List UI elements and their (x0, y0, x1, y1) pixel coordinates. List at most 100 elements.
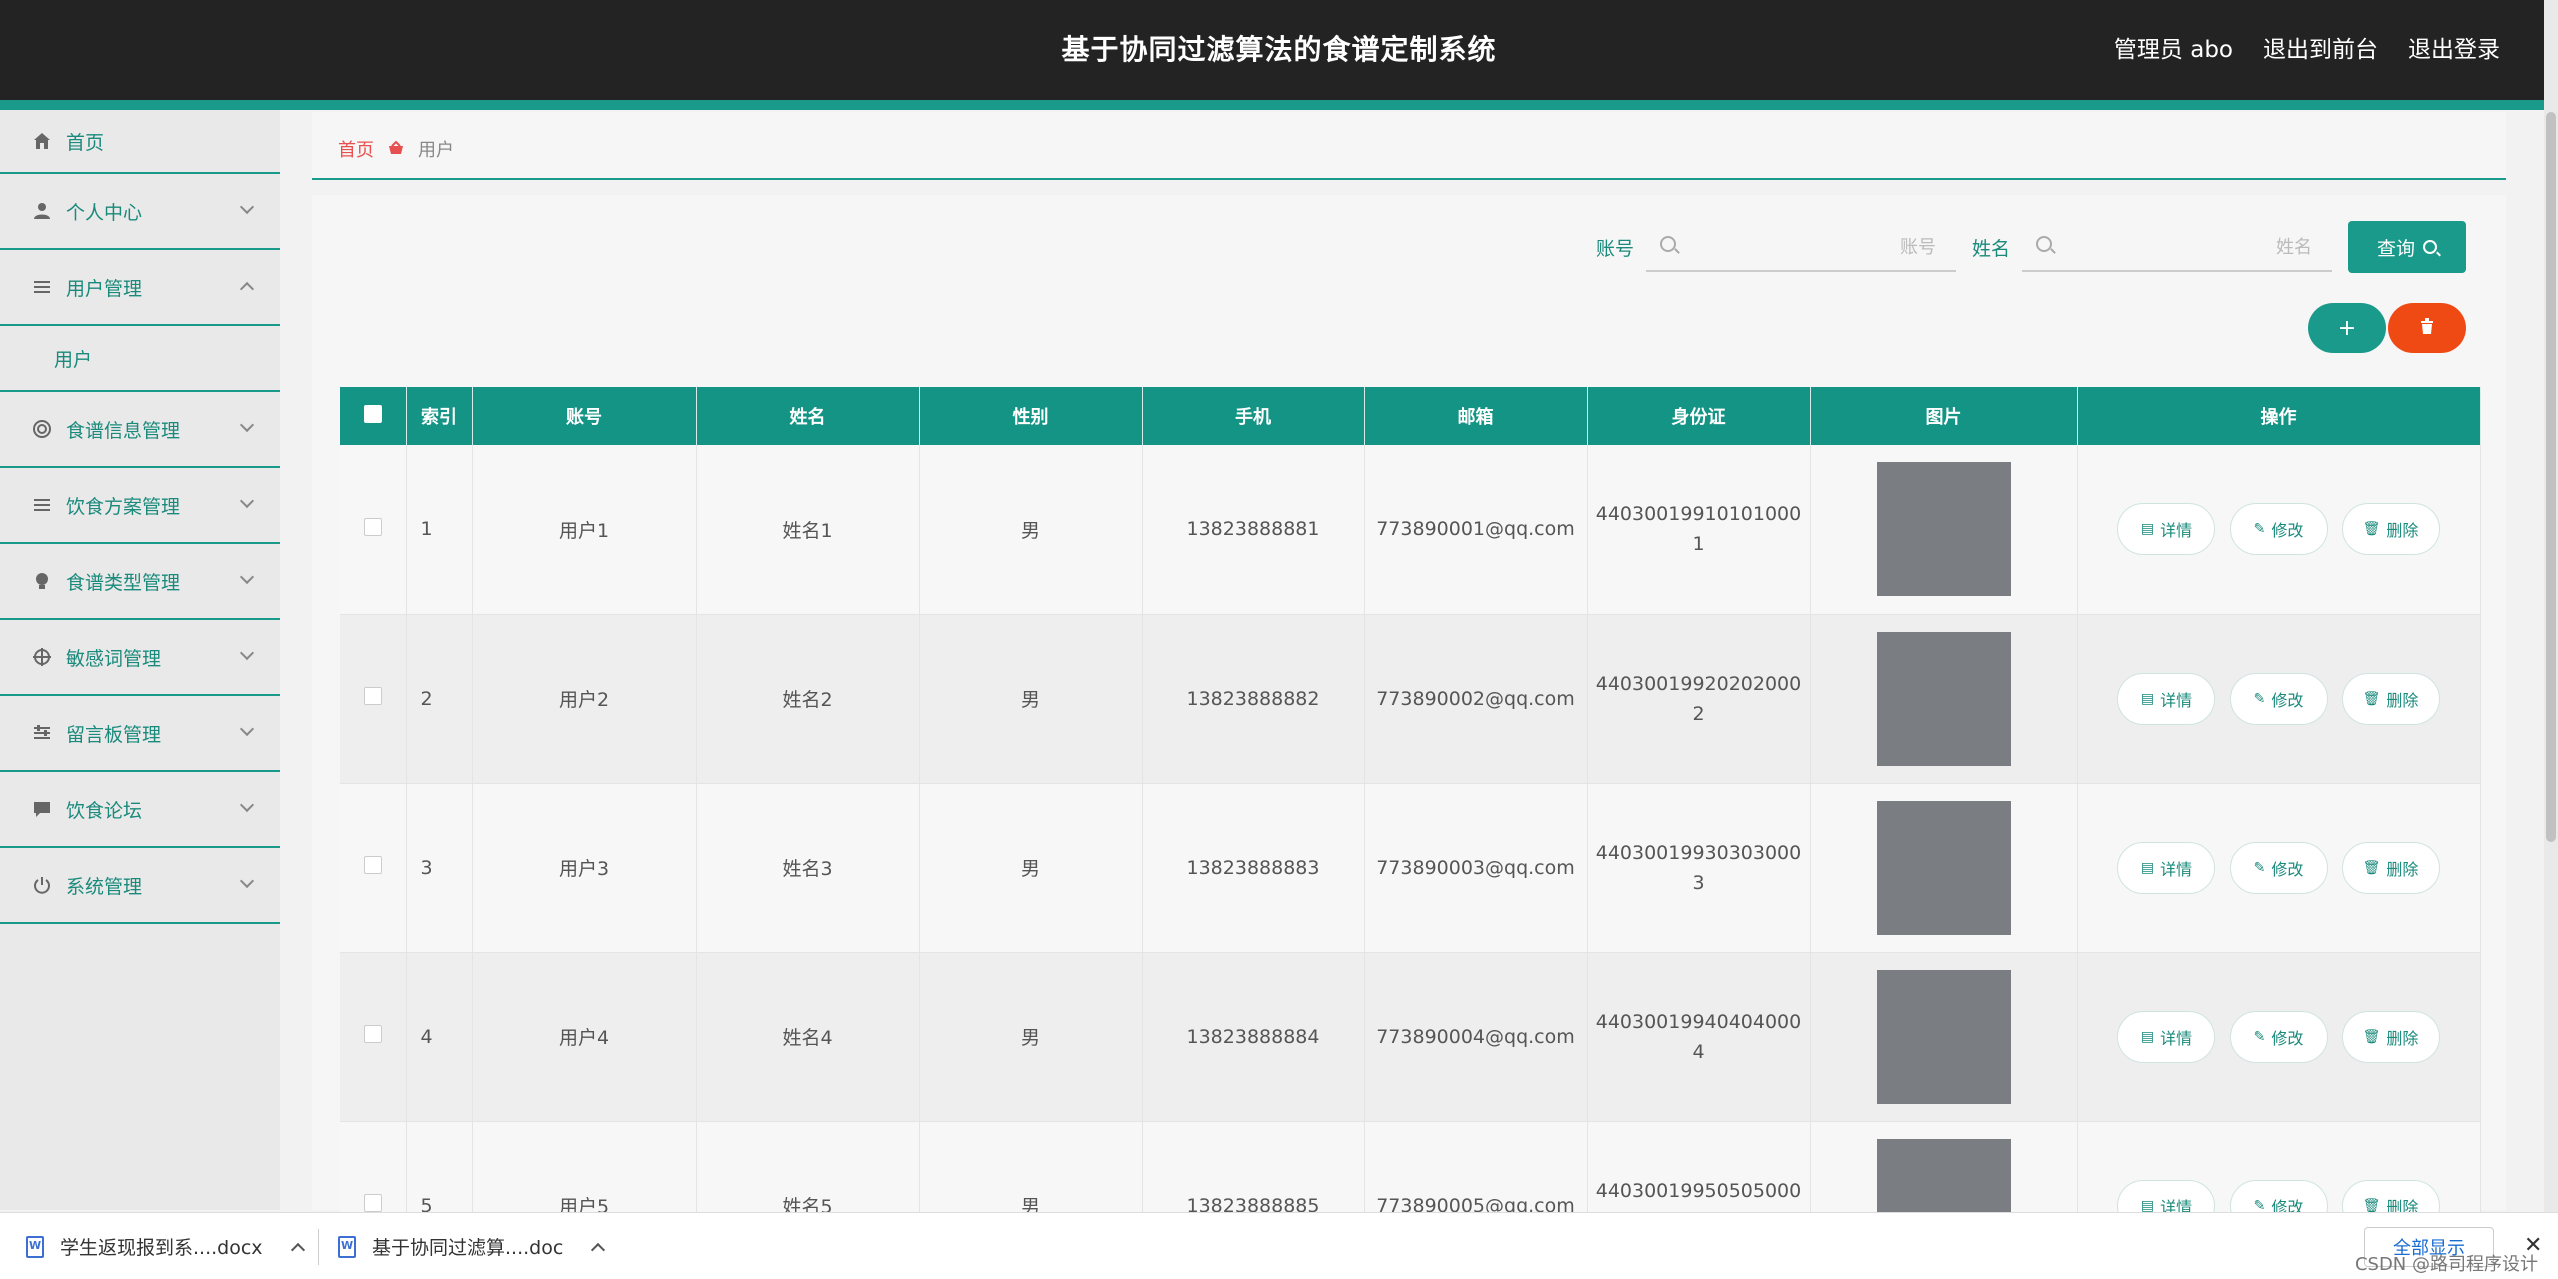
delete-label: 删除 (2386, 690, 2419, 710)
top-bar: 基于协同过滤算法的食谱定制系统 管理员 abo 退出到前台 退出登录 (0, 0, 2558, 100)
edit-label: 修改 (2271, 1028, 2304, 1048)
sidebar-item-personal-center[interactable]: 个人中心 (0, 174, 280, 250)
edit-button[interactable]: ✎ 修改 (2229, 841, 2328, 894)
column-header: 邮箱 (1364, 387, 1588, 445)
table-row: 2 用户2 姓名2 男 13823888882 773890002@qq.com… (340, 614, 2481, 784)
column-header: 操作 (2077, 387, 2481, 445)
account-search-input[interactable] (1685, 230, 1936, 264)
idcard-line: 44030019920202000 (1595, 672, 1802, 695)
sliders-icon (32, 723, 52, 743)
idcard-line: 44030019910101000 (1595, 503, 1802, 526)
operations-cell: ▤ 详情 ✎ 修改 🗑 删除 (2077, 952, 2481, 1122)
row-checkbox[interactable] (363, 687, 382, 705)
gender-cell: 男 (919, 445, 1143, 615)
chevron-up-icon[interactable] (591, 1242, 606, 1257)
sidebar-item-label: 用户管理 (66, 277, 143, 300)
chevron-down-icon (239, 493, 255, 509)
photo-cell (1810, 783, 2078, 953)
account-search-label: 账号 (1595, 237, 1634, 260)
user-photo (1876, 800, 2011, 935)
detail-button[interactable]: ▤ 详情 (2117, 841, 2216, 894)
row-select-cell (340, 445, 407, 615)
row-checkbox[interactable] (363, 1194, 382, 1212)
delete-button[interactable]: 🗑 删除 (2341, 841, 2440, 894)
user-icon (32, 201, 52, 221)
delete-button[interactable]: 🗑 删除 (2341, 1010, 2440, 1063)
sidebar-item-recipe-type[interactable]: 食谱类型管理 (0, 544, 280, 620)
sidebar-item-recipe-info[interactable]: 食谱信息管理 (0, 392, 280, 468)
chevron-down-icon (239, 417, 255, 433)
query-button[interactable]: 查询 (2348, 221, 2466, 273)
idcard-line: 4 (1692, 1040, 1705, 1063)
name-search-input[interactable] (2062, 230, 2312, 264)
power-icon (32, 875, 52, 895)
phone-cell: 13823888881 (1142, 445, 1365, 615)
add-button[interactable]: + (2308, 303, 2386, 353)
account-cell: 用户2 (472, 614, 697, 784)
header-accent-strip (0, 100, 2558, 110)
trash-icon: 🗑 (2362, 521, 2381, 538)
download-item[interactable]: 基于协同过滤算....doc (338, 1213, 606, 1279)
row-checkbox[interactable] (363, 1025, 382, 1043)
gender-cell: 男 (919, 783, 1143, 953)
select-all-checkbox[interactable] (363, 404, 382, 423)
edit-label: 修改 (2271, 521, 2304, 541)
email-cell: 773890002@qq.com (1364, 614, 1588, 784)
page-scrollbar-track[interactable] (2544, 0, 2558, 1279)
table-header-row: 索引 账号 姓名 性别 手机 邮箱 身份证 图片 操作 (340, 387, 2481, 445)
detail-label: 详情 (2160, 859, 2193, 879)
edit-button[interactable]: ✎ 修改 (2229, 1010, 2328, 1063)
column-header: 图片 (1810, 387, 2078, 445)
operations-cell: ▤ 详情 ✎ 修改 🗑 删除 (2077, 614, 2481, 784)
edit-label: 修改 (2271, 690, 2304, 710)
detail-button[interactable]: ▤ 详情 (2117, 503, 2216, 556)
index-cell: 2 (406, 614, 473, 784)
download-item[interactable]: 学生返现报到系....docx (26, 1213, 305, 1279)
table-row: 1 用户1 姓名1 男 13823888881 773890001@qq.com… (340, 445, 2481, 615)
email-cell: 773890004@qq.com (1364, 952, 1588, 1122)
document-icon: ▤ (2140, 521, 2155, 538)
batch-delete-button[interactable] (2388, 303, 2466, 353)
page-scrollbar-thumb[interactable] (2546, 112, 2556, 842)
delete-label: 删除 (2386, 859, 2419, 879)
user-photo (1876, 631, 2011, 766)
sidebar-item-message-board[interactable]: 留言板管理 (0, 696, 280, 772)
edit-button[interactable]: ✎ 修改 (2229, 503, 2328, 556)
table-row: 4 用户4 姓名4 男 13823888884 773890004@qq.com… (340, 952, 2481, 1122)
column-header: 账号 (472, 387, 697, 445)
watermark: CSDN @路司程序设计 (2354, 1254, 2538, 1275)
chevron-up-icon[interactable] (290, 1242, 305, 1257)
breadcrumb-home[interactable]: 首页 (338, 136, 374, 162)
column-header: 姓名 (696, 387, 920, 445)
account-cell: 用户1 (472, 445, 697, 615)
basket-icon (388, 140, 404, 159)
sidebar-item-user-management[interactable]: 用户管理 (0, 250, 280, 326)
column-header: 索引 (406, 387, 473, 445)
query-button-label: 查询 (2376, 238, 2415, 260)
sidebar-item-home[interactable]: 首页 (0, 110, 280, 174)
sidebar-item-label: 敏感词管理 (66, 647, 162, 670)
sidebar-item-system-management[interactable]: 系统管理 (0, 848, 280, 924)
detail-button[interactable]: ▤ 详情 (2117, 1010, 2216, 1063)
delete-button[interactable]: 🗑 删除 (2341, 672, 2440, 725)
idcard-cell: 44030019930303000 3 (1587, 783, 1811, 953)
sidebar-item-diet-forum[interactable]: 饮食论坛 (0, 772, 280, 848)
logout-link[interactable]: 退出登录 (2408, 30, 2500, 64)
edit-label: 修改 (2271, 859, 2304, 879)
trash-icon: 🗑 (2362, 859, 2381, 876)
user-photo (1876, 462, 2011, 597)
row-checkbox[interactable] (363, 856, 382, 874)
column-header: 性别 (919, 387, 1143, 445)
sidebar-item-diet-plan[interactable]: 饮食方案管理 (0, 468, 280, 544)
row-checkbox[interactable] (363, 517, 382, 536)
table-row: 3 用户3 姓名3 男 13823888883 773890003@qq.com… (340, 783, 2481, 953)
edit-button[interactable]: ✎ 修改 (2229, 672, 2328, 725)
breadcrumb-current: 用户 (418, 140, 454, 161)
detail-button[interactable]: ▤ 详情 (2117, 672, 2216, 725)
sidebar-item-sensitive-words[interactable]: 敏感词管理 (0, 620, 280, 696)
sidebar-subitem-users[interactable]: 用户 (0, 326, 280, 392)
gender-cell: 男 (919, 952, 1143, 1122)
word-doc-icon (338, 1235, 356, 1258)
back-to-front-link[interactable]: 退出到前台 (2263, 30, 2378, 64)
delete-button[interactable]: 🗑 删除 (2341, 503, 2440, 556)
